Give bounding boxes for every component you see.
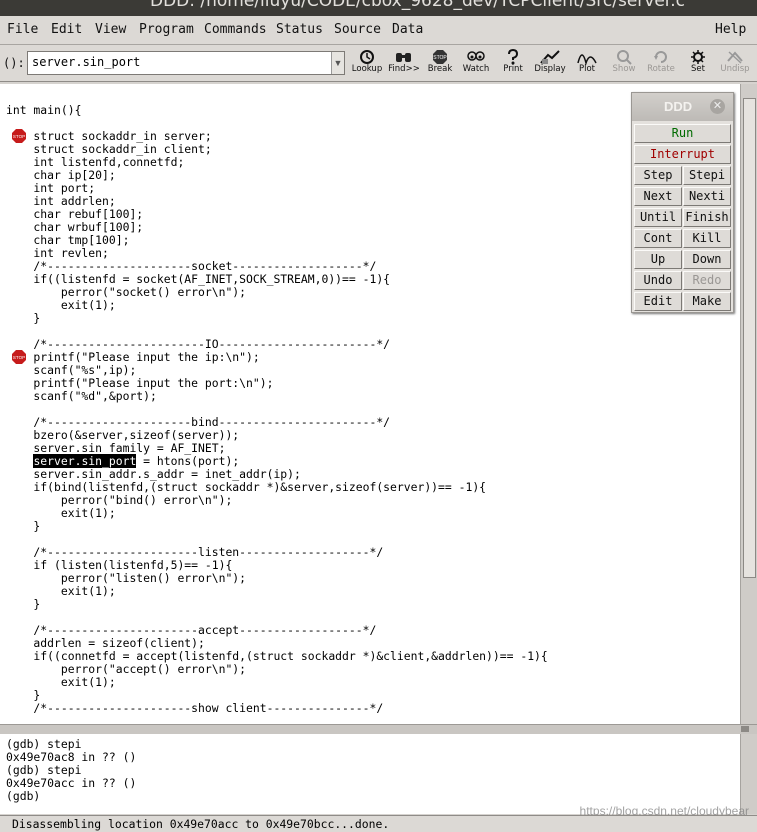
argument-input[interactable] [32, 55, 322, 69]
tool-label: Break [427, 64, 453, 74]
edit-button[interactable]: Edit [634, 292, 682, 311]
svg-text:STOP: STOP [433, 55, 447, 61]
menu-edit[interactable]: Edit [51, 22, 82, 37]
status-bar: Disassembling location 0x49e70acc to 0x4… [0, 815, 757, 832]
tool-break-button[interactable]: STOP Break [420, 49, 460, 79]
finish-button[interactable]: Finish [683, 208, 731, 227]
status-text: Disassembling location 0x49e70acc to 0x4… [12, 817, 390, 831]
find-icon [384, 49, 424, 65]
source-line[interactable]: /*---------------------show client------… [6, 702, 383, 715]
make-button[interactable]: Make [683, 292, 731, 311]
argument-label: (): [3, 56, 25, 70]
print-icon [493, 49, 533, 65]
rotate-icon [641, 49, 681, 65]
tool-lookup-button[interactable]: Lookup [347, 49, 387, 79]
run-button[interactable]: Run [634, 124, 731, 143]
break-icon: STOP [420, 49, 460, 65]
source-line[interactable]: } [6, 520, 40, 533]
console-scrollbar[interactable] [740, 734, 757, 814]
tool-show-button[interactable]: Show [604, 49, 644, 79]
stepi-button[interactable]: Stepi [683, 166, 731, 185]
down-button[interactable]: Down [683, 250, 731, 269]
plot-icon [567, 49, 607, 65]
menu-data[interactable]: Data [392, 22, 423, 37]
redo-button[interactable]: Redo [683, 271, 731, 290]
source-indent [6, 454, 33, 468]
sash-grip[interactable] [741, 726, 749, 732]
source-scroll-thumb[interactable] [743, 98, 756, 578]
toolbar: (): ▼ Lookup Find>> STOP Break Watch Print Dis… [0, 45, 757, 82]
watch-icon [456, 49, 496, 65]
menubar: File Edit View Program Commands Status S… [0, 16, 757, 45]
cont-button[interactable]: Cont [634, 229, 682, 248]
show-icon [604, 49, 644, 65]
tool-find-button[interactable]: Find>> [384, 49, 424, 79]
undisp-icon [715, 49, 755, 65]
source-line[interactable]: } [6, 598, 40, 611]
menu-program[interactable]: Program [139, 22, 194, 37]
window-title-bar: DDD: /home/liuyu/CODE/cbox_9628_dev/TCPC… [0, 0, 757, 16]
interrupt-button[interactable]: Interrupt [634, 145, 731, 164]
tool-label: Lookup [351, 64, 383, 74]
lookup-icon [347, 49, 387, 65]
breakpoint-stop-icon[interactable]: STOP [12, 129, 26, 143]
set-icon [678, 49, 718, 65]
source-text: = htons(port); [136, 454, 240, 468]
tool-undisp-button[interactable]: Undisp [715, 49, 755, 79]
svg-text:STOP: STOP [13, 355, 25, 360]
tool-rotate-button[interactable]: Rotate [641, 49, 681, 79]
tool-label: Watch [462, 64, 490, 74]
tool-plot-button[interactable]: Plot [567, 49, 607, 79]
tool-watch-button[interactable]: Watch [456, 49, 496, 79]
tool-print-button[interactable]: Print [493, 49, 533, 79]
command-tool-title-bar[interactable]: DDD ✕ [632, 93, 733, 121]
menu-help[interactable]: Help [715, 22, 746, 37]
tool-display-button[interactable]: Display [530, 49, 570, 79]
tool-label: Plot [578, 64, 596, 74]
undo-button[interactable]: Undo [634, 271, 682, 290]
command-tool-title: DDD [664, 99, 693, 114]
menu-commands[interactable]: Commands [204, 22, 267, 37]
gdb-console[interactable]: (gdb) stepi 0x49e70ac8 in ?? () (gdb) step… [0, 734, 740, 814]
source-line[interactable]: int main(){ [6, 104, 81, 117]
breakpoint-stop-icon[interactable]: STOP [12, 350, 26, 364]
nexti-button[interactable]: Nexti [683, 187, 731, 206]
menu-view[interactable]: View [95, 22, 126, 37]
source-window[interactable]: int main(){ struct sockaddr_in server; ST… [0, 84, 740, 724]
source-line[interactable]: } [6, 312, 40, 325]
up-button[interactable]: Up [634, 250, 682, 269]
argument-history-dropdown[interactable]: ▼ [331, 52, 344, 74]
tool-label: Display [534, 64, 566, 74]
source-scrollbar[interactable] [740, 84, 757, 724]
tool-label: Set [691, 64, 705, 74]
kill-button[interactable]: Kill [683, 229, 731, 248]
tool-label: Find>> [388, 64, 420, 74]
close-icon[interactable]: ✕ [710, 99, 725, 114]
menu-file[interactable]: File [7, 22, 38, 37]
tool-label: Print [503, 64, 523, 74]
svg-text:STOP: STOP [13, 134, 25, 139]
console-line: (gdb) [6, 789, 41, 803]
tool-label: Show [612, 64, 636, 74]
selected-text[interactable]: server.sin_port [33, 454, 137, 468]
next-button[interactable]: Next [634, 187, 682, 206]
command-tool: DDD ✕ Run Interrupt Step Stepi Next Nexti Unti… [631, 92, 734, 313]
tool-label: Rotate [647, 64, 675, 74]
display-icon [530, 49, 570, 65]
tool-label: Undisp [720, 64, 750, 74]
menu-source[interactable]: Source [334, 22, 381, 37]
window-title: DDD: /home/liuyu/CODE/cbox_9628_dev/TCPC… [150, 0, 685, 11]
step-button[interactable]: Step [634, 166, 682, 185]
source-line[interactable]: scanf("%d",&port); [6, 390, 156, 403]
menu-status[interactable]: Status [276, 22, 323, 37]
argument-field-box: ▼ [27, 51, 345, 75]
until-button[interactable]: Until [634, 208, 682, 227]
tool-set-button[interactable]: Set [678, 49, 718, 79]
